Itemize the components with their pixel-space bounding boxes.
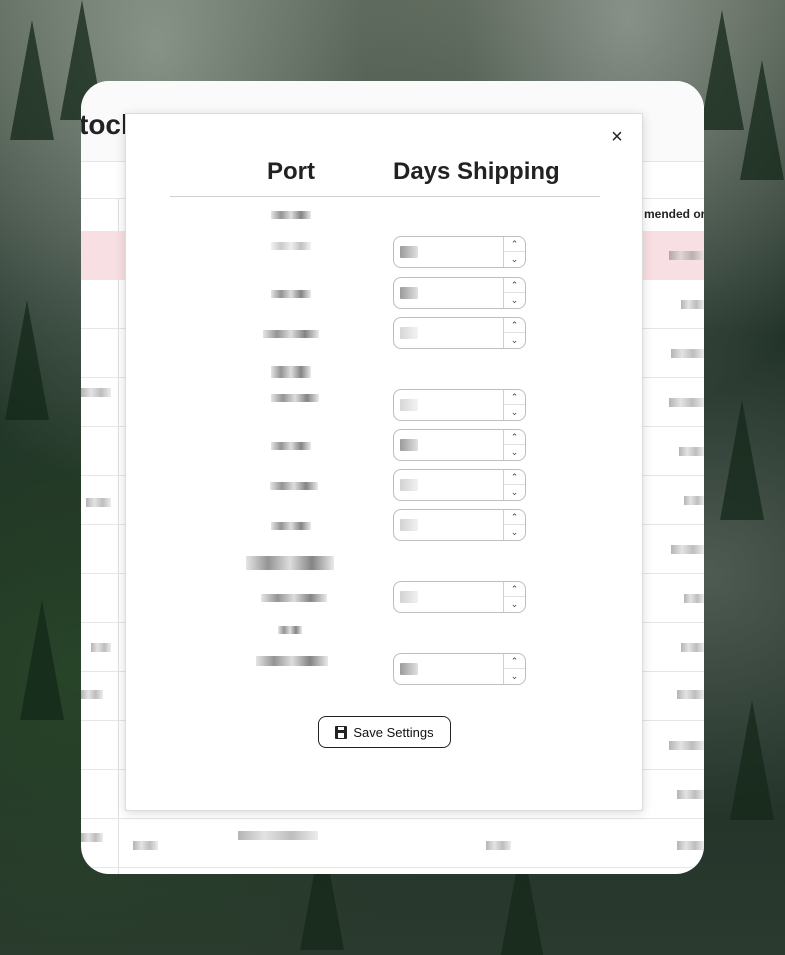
chevron-up-icon[interactable]: ⌃ [504,582,525,597]
port-column-header: Port [267,158,315,185]
days-shipping-input[interactable]: ⌃ ⌄ [393,317,526,349]
chevron-up-icon[interactable]: ⌃ [504,430,525,445]
tree-shape [20,600,64,720]
tree-shape [700,10,744,130]
input-value [400,399,418,411]
spin-buttons: ⌃ ⌄ [503,318,525,348]
port-name [266,240,366,252]
spin-buttons: ⌃ ⌄ [503,470,525,500]
chevron-down-icon[interactable]: ⌄ [504,405,525,420]
days-shipping-input[interactable]: ⌃ ⌄ [393,277,526,309]
tree-shape [5,300,49,420]
input-value [400,327,418,339]
input-value [400,591,418,603]
shipping-settings-modal: × Port Days Shipping ⌃ ⌄ ⌃ ⌄ ⌃ ⌄ ⌃ ⌄ ⌃ ⌄… [125,113,643,811]
chevron-up-icon[interactable]: ⌃ [504,510,525,525]
input-value [400,479,418,491]
chevron-up-icon[interactable]: ⌃ [504,654,525,669]
input-value [400,663,418,675]
table-header: Port Days Shipping [170,154,600,197]
table-row[interactable] [81,819,704,868]
chevron-up-icon[interactable]: ⌃ [504,470,525,485]
port-name [276,624,376,636]
port-name [261,592,361,604]
column-header: mended or [644,207,704,221]
port-name [246,554,346,572]
port-name [266,520,366,532]
chevron-up-icon[interactable]: ⌃ [504,278,525,293]
spin-buttons: ⌃ ⌄ [503,510,525,540]
port-name [266,209,366,221]
save-settings-button[interactable]: Save Settings [318,716,451,748]
days-shipping-input[interactable]: ⌃ ⌄ [393,389,526,421]
days-shipping-column-header: Days Shipping [393,158,560,185]
port-name [266,480,366,492]
input-value [400,519,418,531]
days-shipping-input[interactable]: ⌃ ⌄ [393,653,526,685]
tree-shape [720,400,764,520]
days-shipping-input[interactable]: ⌃ ⌄ [393,236,526,268]
port-name [266,440,366,452]
days-shipping-input[interactable]: ⌃ ⌄ [393,429,526,461]
spin-buttons: ⌃ ⌄ [503,430,525,460]
days-shipping-input[interactable]: ⌃ ⌄ [393,469,526,501]
chevron-down-icon[interactable]: ⌄ [504,445,525,460]
input-value [400,439,418,451]
input-value [400,287,418,299]
port-name [266,288,366,300]
chevron-down-icon[interactable]: ⌄ [504,485,525,500]
port-name [266,364,366,380]
spin-buttons: ⌃ ⌄ [503,390,525,420]
spin-buttons: ⌃ ⌄ [503,237,525,267]
chevron-down-icon[interactable]: ⌄ [504,669,525,684]
chevron-up-icon[interactable]: ⌃ [504,390,525,405]
tree-shape [730,700,774,820]
floppy-disk-icon [335,725,348,739]
days-shipping-input[interactable]: ⌃ ⌄ [393,509,526,541]
port-name [256,654,356,670]
chevron-down-icon[interactable]: ⌄ [504,597,525,612]
chevron-up-icon[interactable]: ⌃ [504,237,525,252]
port-name [266,392,366,404]
save-settings-label: Save Settings [353,724,434,740]
chevron-up-icon[interactable]: ⌃ [504,318,525,333]
spin-buttons: ⌃ ⌄ [503,582,525,612]
tree-shape [10,20,54,140]
tree-shape [740,60,784,180]
chevron-down-icon[interactable]: ⌄ [504,333,525,348]
close-button[interactable]: × [606,126,628,148]
spin-buttons: ⌃ ⌄ [503,278,525,308]
close-icon: × [611,126,623,148]
port-name [258,328,358,340]
days-shipping-input[interactable]: ⌃ ⌄ [393,581,526,613]
spin-buttons: ⌃ ⌄ [503,654,525,684]
chevron-down-icon[interactable]: ⌄ [504,293,525,308]
chevron-down-icon[interactable]: ⌄ [504,252,525,267]
input-value [400,246,418,258]
chevron-down-icon[interactable]: ⌄ [504,525,525,540]
